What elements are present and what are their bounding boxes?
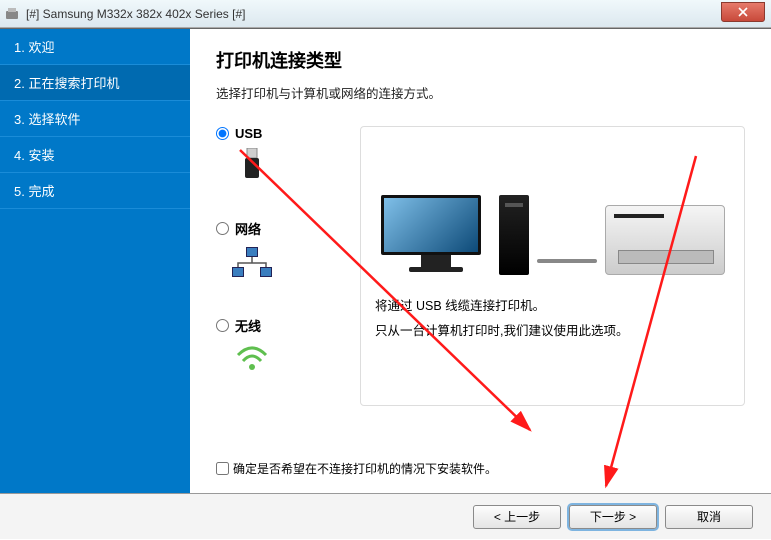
connection-illustration (375, 145, 730, 275)
titlebar: [#] Samsung M332x 382x 402x Series [#] (0, 0, 771, 28)
main-panel: 打印机连接类型 选择打印机与计算机或网络的连接方式。 USB (190, 29, 771, 493)
next-button[interactable]: 下一步 > (569, 505, 657, 529)
app-icon (4, 6, 20, 22)
tower-graphic (499, 195, 529, 275)
sidebar-item-install: 4. 安装 (0, 137, 190, 173)
cable-graphic (537, 259, 597, 263)
radio-network[interactable]: 网络 (216, 219, 336, 238)
cancel-button[interactable]: 取消 (665, 505, 753, 529)
footer: < 上一步 下一步 > 取消 (0, 493, 771, 539)
wifi-icon (232, 341, 272, 377)
connection-desc-2: 只从一台计算机打印时,我们建议使用此选项。 (375, 320, 730, 339)
close-button[interactable] (721, 2, 765, 22)
page-title: 打印机连接类型 (216, 47, 745, 73)
radio-wireless-input[interactable] (216, 319, 229, 332)
back-button[interactable]: < 上一步 (473, 505, 561, 529)
sidebar-item-finish: 5. 完成 (0, 173, 190, 209)
usb-icon (232, 147, 272, 183)
sidebar-item-software: 3. 选择软件 (0, 101, 190, 137)
radio-usb-input[interactable] (216, 127, 229, 140)
radio-usb[interactable]: USB (216, 126, 336, 141)
printer-graphic (605, 205, 725, 275)
no-printer-checkbox-input[interactable] (216, 462, 229, 475)
connection-preview: 将通过 USB 线缆连接打印机。 只从一台计算机打印时,我们建议使用此选项。 (360, 126, 745, 406)
connection-desc-1: 将通过 USB 线缆连接打印机。 (375, 295, 730, 314)
radio-wireless-label: 无线 (235, 316, 261, 335)
radio-usb-label: USB (235, 126, 262, 141)
page-subtitle: 选择打印机与计算机或网络的连接方式。 (216, 83, 745, 102)
radio-network-input[interactable] (216, 222, 229, 235)
sidebar-item-search: 2. 正在搜索打印机 (0, 65, 190, 101)
radio-network-label: 网络 (235, 219, 261, 238)
no-printer-checkbox-label: 确定是否希望在不连接打印机的情况下安装软件。 (233, 460, 497, 477)
monitor-graphic (381, 195, 491, 275)
network-icon (232, 244, 272, 280)
sidebar-item-welcome: 1. 欢迎 (0, 29, 190, 65)
window-title: [#] Samsung M332x 382x 402x Series [#] (26, 7, 245, 21)
sidebar: 1. 欢迎 2. 正在搜索打印机 3. 选择软件 4. 安装 5. 完成 (0, 29, 190, 493)
no-printer-checkbox[interactable]: 确定是否希望在不连接打印机的情况下安装软件。 (216, 460, 497, 477)
radio-wireless[interactable]: 无线 (216, 316, 336, 335)
